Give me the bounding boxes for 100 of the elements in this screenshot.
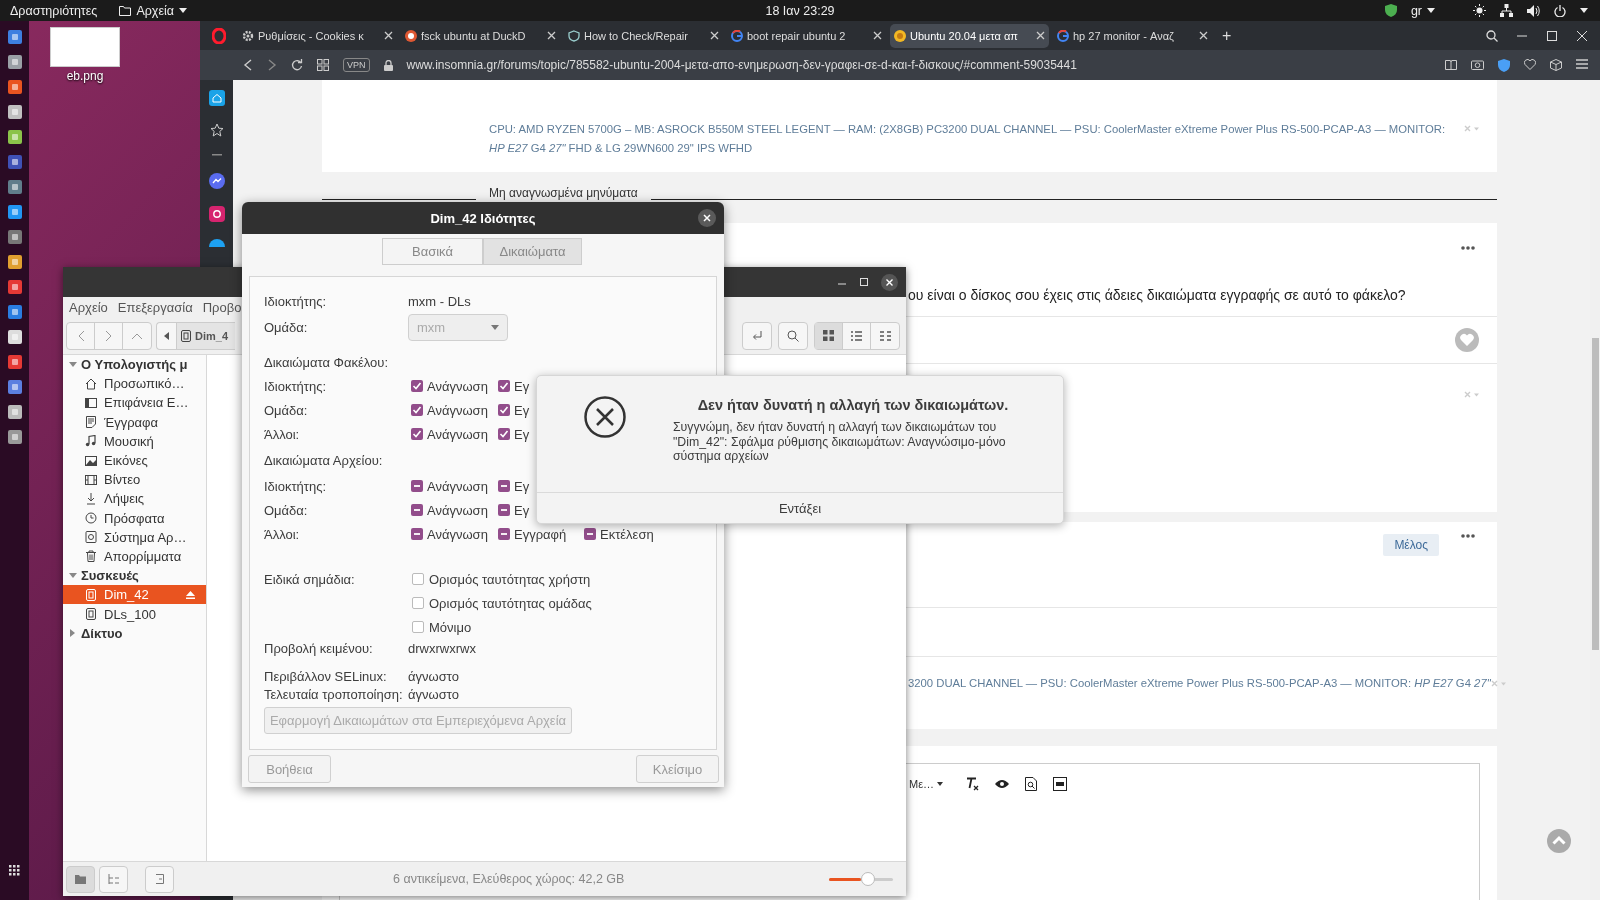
app-launcher-icon — [7, 230, 22, 244]
menu-item[interactable]: Αρχείο — [69, 299, 108, 315]
browser-tab[interactable]: fsck ubuntu at DuckD — [401, 23, 560, 48]
grid-view-button[interactable] — [815, 322, 843, 349]
checkbox[interactable] — [411, 404, 423, 416]
slider-thumb[interactable] — [861, 872, 875, 886]
maximize-button[interactable] — [859, 277, 869, 287]
checkbox-label: Ανάγνωση — [427, 502, 488, 518]
app-menu-button[interactable]: Αρχεία — [119, 3, 187, 18]
sidebar-section-label: Συσκευές — [81, 568, 139, 584]
field-value: άγνωστο — [408, 668, 459, 684]
section-heading: Δικαιώματα Φακέλου: — [264, 354, 388, 370]
collapse-toggle-icon — [1464, 391, 1480, 399]
close-button[interactable] — [698, 209, 716, 227]
field-label: Ειδικά σημάδια: — [264, 571, 356, 587]
checkbox[interactable] — [498, 528, 510, 540]
new-tab-button[interactable]: + — [1216, 26, 1238, 45]
sidebar-section-header[interactable]: Ο Υπολογιστής μ — [63, 355, 206, 375]
sidebar-item[interactable]: DLs_100 — [63, 604, 206, 624]
app-launcher-icon — [7, 180, 22, 194]
address-field[interactable]: www.insomnia.gr/forums/topic/785582-ubuntu-2004-μετα-απο-ενημερωση-δεν-γραφει-σε-d-και-f-δισκους/#comment-59035441 — [406, 58, 1077, 72]
return-icon — [751, 329, 763, 342]
field-label: Άλλοι: — [264, 526, 301, 542]
sidebar-item[interactable]: Λήψεις — [63, 489, 206, 509]
sidebar-item[interactable]: Μουσική — [63, 431, 206, 451]
checkbox[interactable] — [412, 597, 424, 609]
vpn-badge[interactable]: VPN — [343, 58, 370, 72]
checkmark-icon — [499, 405, 509, 415]
checkbox[interactable] — [498, 504, 510, 516]
places-button[interactable] — [66, 865, 95, 893]
sidebar-item[interactable]: Έγγραφα — [63, 412, 206, 432]
checkbox[interactable] — [412, 573, 424, 585]
browser-tab[interactable]: Ubuntu 20.04 μετα απ — [890, 23, 1049, 48]
checkbox[interactable] — [498, 428, 510, 440]
checkbox[interactable] — [412, 621, 424, 633]
sidebar-item[interactable]: Απορρίμματα — [63, 546, 206, 567]
download-icon — [85, 492, 97, 505]
browser-tab[interactable]: How to Check/Repair — [564, 23, 723, 48]
checkbox[interactable] — [411, 528, 423, 540]
sidebar-item[interactable]: Dim_42 — [63, 585, 206, 605]
clear-format-button[interactable] — [965, 777, 980, 791]
gif-button[interactable] — [1053, 777, 1068, 791]
sidebar-item[interactable]: Σύστημα Αρ… — [63, 527, 206, 547]
menu-item[interactable]: Προβο — [202, 299, 242, 315]
browser-tab[interactable]: Ρυθμίσεις - Cookies κ — [238, 23, 397, 48]
tree-icon — [108, 874, 119, 884]
shield-icon — [1384, 4, 1397, 17]
sidebar-section-label: Δίκτυο — [81, 625, 123, 641]
field-label: Ιδιοκτήτης: — [264, 293, 328, 309]
checkbox[interactable] — [411, 480, 423, 492]
desktop-icon-label: eb.png — [66, 69, 104, 83]
close-button[interactable] — [881, 273, 898, 291]
sidebar-item[interactable]: Πρόσφατα — [63, 508, 206, 528]
menu-item[interactable]: Επεξεργασία — [117, 299, 193, 315]
caret-icon — [1580, 8, 1588, 13]
menu-icon — [1576, 58, 1588, 69]
checkbox[interactable] — [584, 528, 596, 540]
checkbox[interactable] — [411, 428, 423, 440]
clock[interactable]: 18 Ιαν 23:29 — [765, 3, 835, 18]
checkbox[interactable] — [498, 480, 510, 492]
checkbox[interactable] — [411, 380, 423, 392]
checkmark-icon — [412, 429, 422, 439]
camera-app-icon — [208, 206, 225, 222]
sidebar-item[interactable]: Βίντεο — [63, 470, 206, 490]
browser-tab[interactable]: boot repair ubuntu 2 — [727, 23, 886, 48]
brightness-icon — [1473, 4, 1486, 17]
checkbox[interactable] — [411, 504, 423, 516]
close-tab-button[interactable] — [710, 31, 719, 40]
app-launcher-icon — [7, 155, 22, 169]
scrollbar-thumb[interactable] — [1592, 338, 1599, 650]
close-tab-button[interactable] — [1199, 31, 1208, 40]
close-tab-button[interactable] — [873, 31, 882, 40]
maximize-icon — [859, 277, 869, 287]
sidebar-item[interactable]: Επιφάνεια Ε… — [63, 393, 206, 413]
close-tab-button[interactable] — [384, 31, 393, 40]
preview-button[interactable] — [995, 779, 1010, 789]
sidebar-item[interactable]: Προσωπικό… — [63, 374, 206, 394]
keyboard-layout-menu[interactable]: gr — [1410, 3, 1435, 18]
folder-icon — [75, 874, 86, 884]
checkbox[interactable] — [498, 380, 510, 392]
sidebar-section-header[interactable]: Συσκευές — [63, 566, 206, 586]
extra-pane-button[interactable] — [145, 865, 174, 893]
sidebar-section-header[interactable]: Δίκτυο — [63, 623, 206, 643]
checkbox[interactable] — [498, 404, 510, 416]
close-tab-button[interactable] — [547, 31, 556, 40]
file-thumbnail[interactable] — [50, 27, 120, 67]
font-size-dropdown[interactable]: Με… — [909, 778, 944, 790]
film-icon — [85, 473, 97, 486]
sidebar-item[interactable]: Εικόνες — [63, 450, 206, 471]
checkbox-label: Εγ — [514, 502, 530, 518]
field-label: Ομάδα: — [264, 319, 309, 335]
path-button[interactable]: Dim_4 — [177, 322, 235, 349]
checkbox-label: Ορισμός ταυτότητας χρήστη — [429, 571, 591, 587]
ok-button[interactable]: Εντάξει — [537, 493, 1063, 523]
document-preview-button[interactable] — [1025, 777, 1038, 791]
checkbox-label: Ορισμός ταυτότητας ομάδας — [429, 595, 592, 611]
activities-button[interactable]: Δραστηριότητες — [10, 3, 98, 18]
close-tab-button[interactable] — [1036, 31, 1045, 40]
maximize-icon — [1546, 29, 1558, 42]
browser-tab[interactable]: hp 27 monitor - Αναζ — [1053, 23, 1212, 48]
